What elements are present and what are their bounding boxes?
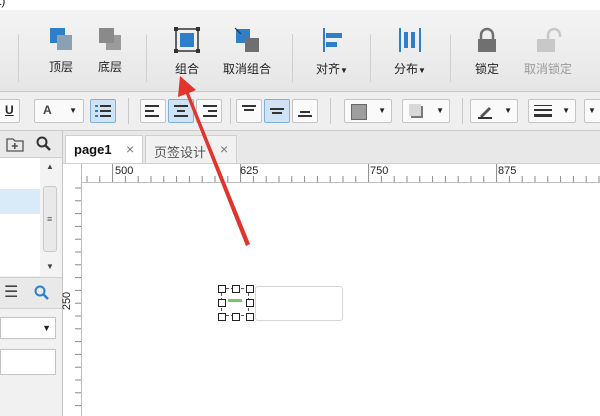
annotation-arrow [178,76,250,246]
